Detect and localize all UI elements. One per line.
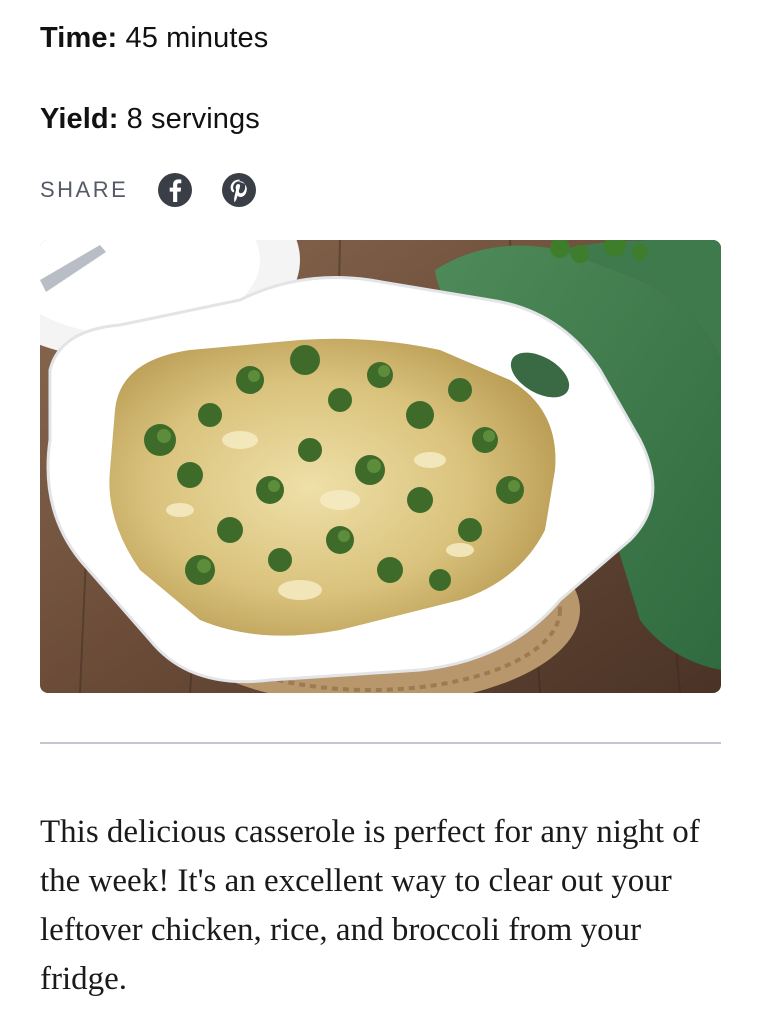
share-bar: SHARE [40,172,286,208]
recipe-yield: Yield: 8 servings [40,101,260,137]
recipe-description: This delicious casserole is perfect for … [40,814,700,997]
share-label: SHARE [40,177,129,202]
recipe-time: Time: 45 minutes [40,20,268,56]
time-value: 45 minutes [125,22,269,54]
time-label: Time: [40,22,118,54]
yield-label: Yield: [40,103,119,135]
yield-value: 8 servings [126,103,260,135]
section-divider [40,742,721,744]
recipe-hero-image [40,240,721,693]
facebook-icon[interactable] [158,173,193,207]
pinterest-icon[interactable] [222,173,257,207]
